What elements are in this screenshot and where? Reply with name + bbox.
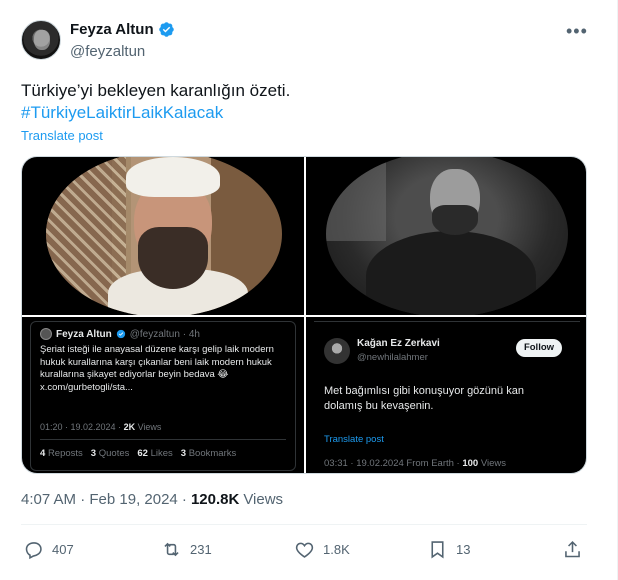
- bookmark-button[interactable]: 13: [427, 539, 470, 560]
- embedded-views-label: Views: [478, 458, 507, 469]
- repost-button[interactable]: 231: [161, 539, 212, 560]
- share-icon: [565, 540, 580, 558]
- embedded-meta-text: 03:31 · 19.02.2024 From Earth ·: [324, 458, 463, 469]
- embedded-tweet-text: Met bağımlısı gibi konuşuyor gözünü kan …: [324, 385, 524, 412]
- portrait-photo-image: [46, 157, 282, 315]
- author-avatar[interactable]: [21, 20, 61, 60]
- heart-icon: [295, 542, 314, 558]
- embedded-tweet-stats: 4 Reposts 3 Quotes 62 Likes 3 Bookmarks: [40, 448, 236, 459]
- embedded-views-label: Views: [135, 422, 162, 432]
- views-label: Views: [243, 491, 284, 508]
- embedded-tweet-header: Feyza Altun @feyzaltun · 4h: [40, 328, 200, 340]
- author-name-row: Feyza Altun: [70, 21, 175, 38]
- embedded-author-name: Feyza Altun: [56, 328, 112, 340]
- embedded-tweet-meta: 03:31 · 19.02.2024 From Earth · 100 View…: [324, 458, 506, 469]
- embedded-views-count: 100: [462, 458, 479, 469]
- verified-badge-icon: [116, 329, 125, 339]
- embedded-author-name: Kağan Ez Zerkavi: [357, 338, 440, 349]
- tweet-hashtag-link[interactable]: #TürkiyeLaiktirLaikKalacak: [21, 102, 223, 124]
- author-display-name[interactable]: Feyza Altun: [70, 21, 154, 38]
- stat-reposts: 4 Reposts: [40, 448, 83, 459]
- stat-likes: 62 Likes: [137, 448, 173, 459]
- embedded-follow-button: Follow: [516, 339, 562, 357]
- portrait-photo-bw-image: [326, 157, 568, 315]
- tweet: Feyza Altun @feyzaltun ••• Türkiye’yi be…: [0, 0, 618, 580]
- tweet-actions: 407 231 1.8K 13: [21, 535, 587, 565]
- reply-count: 407: [52, 542, 74, 557]
- tweet-text: Türkiye’yi bekleyen karanlığın özeti.: [21, 81, 291, 100]
- repost-icon: [164, 542, 179, 557]
- embedded-tweet-time: 01:20 · 19.02.2024 · 2K Views: [40, 422, 161, 432]
- share-button[interactable]: [562, 539, 583, 560]
- embedded-avatar: [324, 338, 350, 364]
- embedded-author-handle: @newhilalahmer: [357, 352, 428, 363]
- embedded-avatar: [40, 328, 52, 340]
- embedded-tweet-screenshot: Feyza Altun @feyzaltun · 4h Şeriat isteğ…: [30, 321, 296, 471]
- divider: [40, 439, 286, 440]
- media-photo-2[interactable]: [306, 157, 586, 315]
- embedded-tweet-text: Şeriat isteği ile anayasal düzene karşı …: [40, 344, 274, 393]
- embedded-views-count: 2K: [123, 422, 136, 432]
- bookmark-icon: [431, 541, 444, 559]
- tweet-meta: 4:07 AM · Feb 19, 2024 · 120.8K Views: [21, 491, 283, 508]
- author-handle[interactable]: @feyzaltun: [70, 43, 145, 60]
- embedded-tweet-screenshot: Kağan Ez Zerkavi @newhilalahmer Follow M…: [314, 321, 580, 471]
- repost-count: 231: [190, 542, 212, 557]
- verified-badge-icon: [158, 22, 174, 37]
- bookmark-count: 13: [456, 542, 471, 557]
- reply-button[interactable]: 407: [23, 539, 74, 560]
- media-screenshot-1[interactable]: Feyza Altun @feyzaltun · 4h Şeriat isteğ…: [22, 317, 304, 473]
- embedded-author-handle: @feyzaltun · 4h: [129, 328, 200, 340]
- like-button[interactable]: 1.8K: [294, 539, 350, 560]
- divider: [21, 524, 587, 525]
- media-photo-1[interactable]: [22, 157, 304, 315]
- tweet-timestamp[interactable]: 4:07 AM · Feb 19, 2024 ·: [21, 491, 187, 508]
- stat-bookmarks: 3 Bookmarks: [180, 448, 237, 459]
- stat-quotes: 3 Quotes: [90, 448, 130, 459]
- media-grid: Feyza Altun @feyzaltun · 4h Şeriat isteğ…: [21, 156, 587, 474]
- reply-icon: [25, 542, 42, 560]
- translate-post-link[interactable]: Translate post: [21, 128, 103, 143]
- embedded-translate-link: Translate post: [324, 434, 384, 445]
- embedded-time-text: 01:20 · 19.02.2024 ·: [40, 422, 124, 432]
- like-count: 1.8K: [323, 542, 350, 557]
- more-options-icon[interactable]: •••: [566, 22, 588, 40]
- views-count: 120.8K: [190, 491, 240, 508]
- media-screenshot-2[interactable]: Kağan Ez Zerkavi @newhilalahmer Follow M…: [306, 317, 586, 473]
